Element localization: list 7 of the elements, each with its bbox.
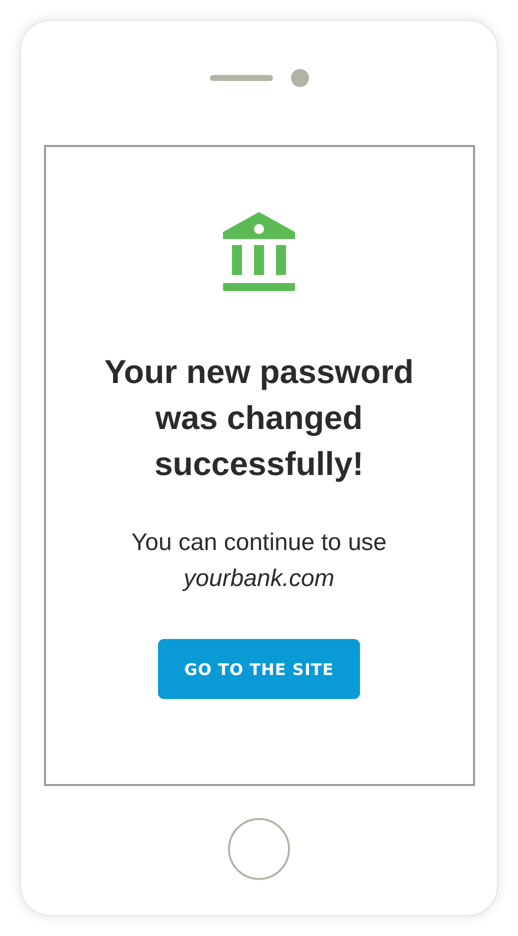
go-to-site-button[interactable]: GO TO THE SITE <box>158 639 360 699</box>
home-button[interactable] <box>228 818 290 880</box>
bank-icon <box>223 212 295 291</box>
success-title: Your new password was changed successfully! <box>103 352 415 484</box>
speaker-slot <box>210 75 272 81</box>
camera-dot <box>290 69 308 87</box>
continue-message: You can continue to use yourbank.com <box>130 528 388 594</box>
